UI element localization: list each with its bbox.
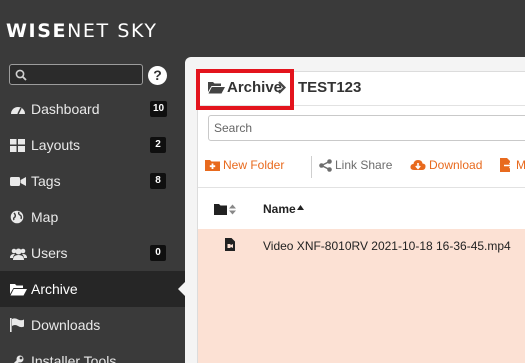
dashboard-icon — [10, 101, 28, 117]
sidebar-item-label: Downloads — [31, 317, 101, 333]
sidebar-search-input[interactable] — [9, 64, 143, 85]
breadcrumb-current: TEST123 — [298, 79, 362, 96]
new-folder-label: New Folder — [223, 158, 285, 172]
sidebar-item-label: Tags — [31, 173, 61, 189]
more-label: M — [516, 158, 525, 172]
sidebar-item-label: Archive — [31, 281, 78, 297]
sidebar-item-label: Installer Tools — [31, 353, 117, 363]
sidebar-item-archive[interactable]: Archive — [0, 271, 185, 307]
breadcrumb: Archive TEST123 — [196, 69, 525, 110]
sidebar-item-layouts[interactable]: Layouts 2 — [0, 127, 185, 163]
file-toolbar: New Folder Link Share Download M — [198, 154, 525, 182]
share-icon — [319, 158, 332, 172]
count-badge: 8 — [150, 173, 166, 189]
folder-icon — [214, 204, 227, 215]
type-sort-header[interactable] — [214, 204, 236, 215]
sidebar-item-label: Layouts — [31, 137, 81, 153]
folder-plus-icon — [205, 160, 220, 171]
sort-icon — [229, 204, 236, 215]
sidebar-item-label: Dashboard — [31, 101, 100, 117]
count-badge: 0 — [150, 245, 166, 261]
file-search-input[interactable] — [208, 115, 525, 141]
main-content: Archive TEST123 New Folder Link Share Do… — [185, 57, 525, 363]
file-name: Video XNF-8010RV 2021-10-18 16-36-45.mp4 — [263, 239, 511, 253]
file-export-icon — [500, 158, 513, 172]
sidebar-item-users[interactable]: Users 0 — [0, 235, 185, 271]
sidebar-item-dashboard[interactable]: Dashboard 10 — [0, 91, 185, 127]
sort-asc-icon — [296, 204, 304, 210]
folder-open-icon — [10, 281, 28, 297]
help-button[interactable]: ? — [148, 66, 167, 85]
link-share-button[interactable]: Link Share — [319, 158, 392, 172]
video-camera-icon — [10, 173, 28, 189]
sidebar-item-tags[interactable]: Tags 8 — [0, 163, 185, 199]
video-file-icon — [225, 238, 235, 251]
download-button[interactable]: Download — [410, 158, 482, 172]
sidebar-item-label: Users — [31, 245, 68, 261]
sidebar-item-label: Map — [31, 209, 59, 225]
layouts-icon — [10, 137, 28, 153]
download-label: Download — [429, 158, 483, 172]
toolbar-divider — [311, 156, 312, 178]
name-column-header[interactable]: Name — [263, 202, 304, 216]
sidebar-nav: Dashboard 10 Layouts 2 Tags 8 Map Users … — [0, 91, 185, 363]
flag-icon — [10, 317, 28, 333]
count-badge: 10 — [150, 101, 168, 117]
highlight-box — [196, 69, 294, 110]
name-column-label: Name — [263, 202, 296, 216]
search-icon — [15, 69, 27, 81]
sidebar-item-map[interactable]: Map — [0, 199, 185, 235]
sidebar-item-downloads[interactable]: Downloads — [0, 307, 185, 343]
link-share-label: Link Share — [335, 158, 393, 172]
brand-sky: SKY — [117, 20, 158, 42]
tools-icon — [10, 353, 28, 363]
brand-net: NET — [67, 20, 110, 42]
cloud-download-icon — [410, 160, 426, 170]
users-icon — [10, 245, 28, 261]
file-browser-panel: Archive TEST123 New Folder Link Share Do… — [196, 69, 525, 363]
new-folder-button[interactable]: New Folder — [205, 158, 284, 172]
more-button[interactable]: M — [500, 158, 525, 172]
brand-wise: WISE — [6, 20, 68, 42]
globe-icon — [10, 209, 28, 225]
count-badge: 2 — [150, 137, 166, 153]
table-header: Name — [198, 187, 525, 229]
table-row[interactable]: Video XNF-8010RV 2021-10-18 16-36-45.mp4 — [198, 229, 525, 363]
brand-logo: WISE NET SKY — [6, 18, 158, 44]
sidebar-item-installer-tools[interactable]: Installer Tools — [0, 343, 185, 363]
